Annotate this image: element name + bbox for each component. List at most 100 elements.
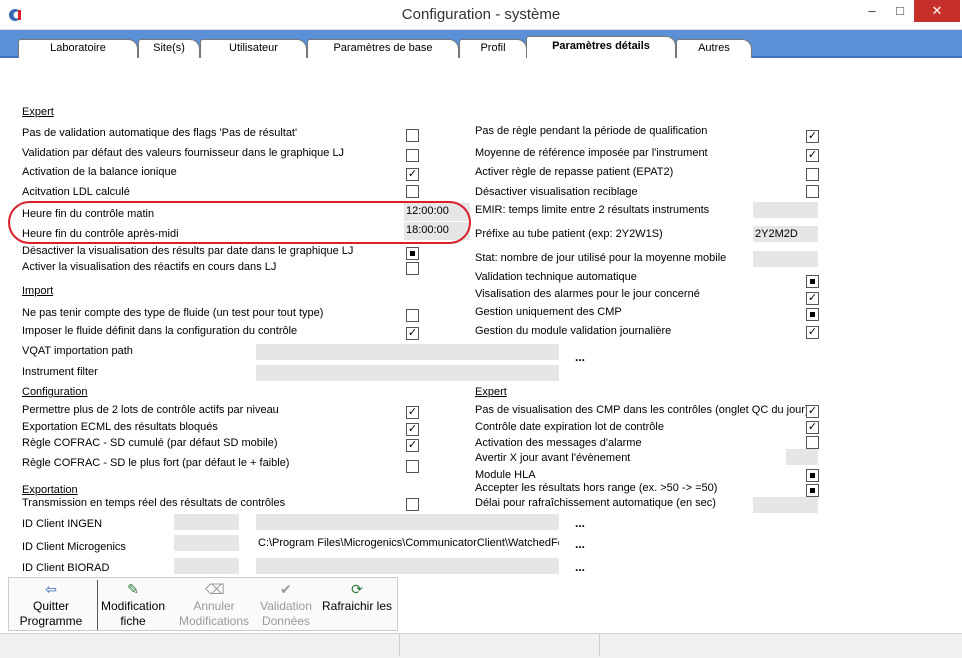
highlight-annotation	[8, 201, 471, 244]
option-label: Validation par défaut des valeurs fourni…	[22, 147, 345, 159]
status-bar	[0, 633, 962, 658]
section-import: Import	[22, 285, 54, 297]
checkbox-cofrac-cumulative[interactable]: ✓	[406, 439, 419, 452]
button-label: Annuler	[193, 599, 235, 613]
quit-program-button[interactable]: ⇦ Quitter Programme	[13, 580, 89, 630]
id-client-ingen-input[interactable]	[174, 514, 239, 530]
checkbox-disable-date-visualization[interactable]	[406, 247, 419, 260]
option-label: Règle COFRAC - SD le plus fort (par défa…	[22, 457, 290, 469]
tab-laboratoire[interactable]: Laboratoire	[18, 39, 138, 58]
tab-utilisateur[interactable]: Utilisateur	[200, 39, 307, 58]
option-label: Désactiver visualisation reciblage	[475, 186, 638, 198]
section-expert-right: Expert	[475, 386, 507, 398]
vqat-browse-button[interactable]: ...	[575, 350, 585, 364]
checkbox-ecml-export[interactable]: ✓	[406, 423, 419, 436]
tab-autres[interactable]: Autres	[676, 39, 752, 58]
id-client-biorad-label: ID Client BIORAD	[22, 562, 110, 574]
id-client-microgenics-label: ID Client Microgenics	[22, 541, 126, 553]
tab-sites[interactable]: Site(s)	[138, 39, 200, 58]
window-title: Configuration - système	[401, 6, 561, 23]
checkbox-realtime-transmission[interactable]	[406, 498, 419, 511]
instrument-filter-input[interactable]	[256, 365, 559, 381]
section-expert: Expert	[22, 106, 54, 118]
button-label: fiche	[120, 614, 146, 628]
emir-label: EMIR: temps limite entre 2 résultats ins…	[475, 204, 710, 216]
ingen-browse-button[interactable]: ...	[575, 516, 585, 530]
checkbox-disable-retargeting[interactable]	[806, 185, 819, 198]
biorad-browse-button[interactable]: ...	[575, 560, 585, 574]
option-label: Module HLA	[475, 469, 536, 481]
checkbox-daily-validation[interactable]: ✓	[806, 326, 819, 339]
cancel-changes-button[interactable]: ⌫ Annuler Modifications	[175, 580, 253, 630]
option-label: Acitvation LDL calculé	[22, 186, 130, 198]
button-label: Modification	[100, 599, 166, 613]
option-label: Transmission en temps réel des résultats…	[22, 497, 286, 509]
microgenics-path-input[interactable]: C:\Program Files\Microgenics\Communicato…	[256, 535, 559, 551]
vqat-path-input[interactable]	[256, 344, 559, 360]
prefix-label: Préfixe au tube patient (exp: 2Y2W1S)	[475, 228, 663, 240]
option-label: Moyenne de référence imposée par l'instr…	[475, 147, 708, 159]
option-label: Gestion du module validation journalière	[475, 325, 672, 337]
moving-average-days-input[interactable]	[753, 251, 818, 267]
checkbox-expiration-check[interactable]: ✓	[806, 421, 819, 434]
checkbox-auto-technical-validation[interactable]	[806, 275, 819, 288]
refresh-button[interactable]: ⟳ Rafraichir les	[319, 580, 395, 630]
tab-parametres-base[interactable]: Paramètres de base	[307, 39, 459, 58]
button-label: Modifications	[178, 614, 250, 628]
option-label: Exportation ECML des résultats bloqués	[22, 421, 218, 433]
checkbox-hla-module[interactable]	[806, 469, 819, 482]
checkbox-alarm-messages[interactable]	[806, 436, 819, 449]
ingen-path-input[interactable]	[256, 514, 559, 530]
section-exportation: Exportation	[22, 484, 78, 496]
option-label: Pas de règle pendant la période de quali…	[475, 125, 708, 137]
minimize-button[interactable]: –	[858, 0, 886, 22]
edit-document-icon: ✎	[127, 581, 139, 597]
checkbox-no-rule-qualification[interactable]: ✓	[806, 130, 819, 143]
checkbox-no-auto-validation[interactable]	[406, 129, 419, 142]
biorad-path-input[interactable]	[256, 558, 559, 574]
checkbox-default-supplier-validation[interactable]	[406, 149, 419, 162]
option-label: Ne pas tenir compte des type de fluide (…	[22, 307, 324, 319]
checkbox-multiple-lots[interactable]: ✓	[406, 406, 419, 419]
tab-profil[interactable]: Profil	[459, 39, 527, 58]
checkbox-alarm-visualization[interactable]: ✓	[806, 292, 819, 305]
microgenics-browse-button[interactable]: ...	[575, 537, 585, 551]
edit-record-button[interactable]: ✎ Modification fiche	[97, 580, 169, 630]
validate-data-button[interactable]: ✔ Validation Données	[255, 580, 317, 630]
id-client-ingen-label: ID Client INGEN	[22, 518, 103, 530]
checkbox-cofrac-strongest[interactable]	[406, 460, 419, 473]
vqat-path-label: VQAT importation path	[22, 345, 133, 357]
checkbox-ldl-calc[interactable]	[406, 185, 419, 198]
checkbox-instrument-mean[interactable]: ✓	[806, 149, 819, 162]
button-label: Rafraichir les	[321, 599, 393, 613]
id-client-microgenics-input[interactable]	[174, 535, 239, 551]
maximize-button[interactable]: □	[886, 0, 914, 22]
checkbox-no-cmp-visualization[interactable]: ✓	[806, 405, 819, 418]
checkbox-cmp-only[interactable]	[806, 308, 819, 321]
option-label: Visalisation des alarmes pour le jour co…	[475, 288, 700, 300]
button-label: Quitter	[32, 599, 69, 613]
checkbox-reagents-in-lj[interactable]	[406, 262, 419, 275]
checkbox-ignore-fluid-type[interactable]	[406, 309, 419, 322]
title-bar: Configuration - système – □ ✕	[0, 0, 962, 30]
option-label: Activation de la balance ionique	[22, 166, 177, 178]
option-label: Pas de visualisation des CMP dans les co…	[475, 404, 809, 416]
moving-average-label: Stat: nombre de jour utilisé pour la moy…	[475, 252, 727, 264]
button-label: Programme	[19, 614, 83, 628]
warn-days-input[interactable]	[786, 449, 818, 465]
refresh-delay-input[interactable]	[753, 497, 818, 513]
id-client-biorad-input[interactable]	[174, 558, 239, 574]
tube-prefix-input[interactable]: 2Y2M2D	[753, 226, 818, 242]
emir-time-limit-input[interactable]	[753, 202, 818, 218]
option-label: Activation des messages d'alarme	[475, 437, 642, 449]
checkbox-ionic-balance[interactable]: ✓	[406, 168, 419, 181]
button-label: Validation	[260, 599, 312, 613]
tab-strip: Laboratoire Site(s) Utilisateur Paramètr…	[0, 30, 962, 58]
tab-parametres-details[interactable]: Paramètres détails	[526, 36, 676, 58]
checkbox-out-of-range[interactable]	[806, 484, 819, 497]
button-label: Données	[261, 614, 311, 628]
close-button[interactable]: ✕	[914, 0, 960, 22]
action-toolbar: ⇦ Quitter Programme ✎ Modification fiche…	[8, 577, 398, 631]
checkbox-epat2[interactable]	[806, 168, 819, 181]
checkbox-impose-fluid[interactable]: ✓	[406, 327, 419, 340]
